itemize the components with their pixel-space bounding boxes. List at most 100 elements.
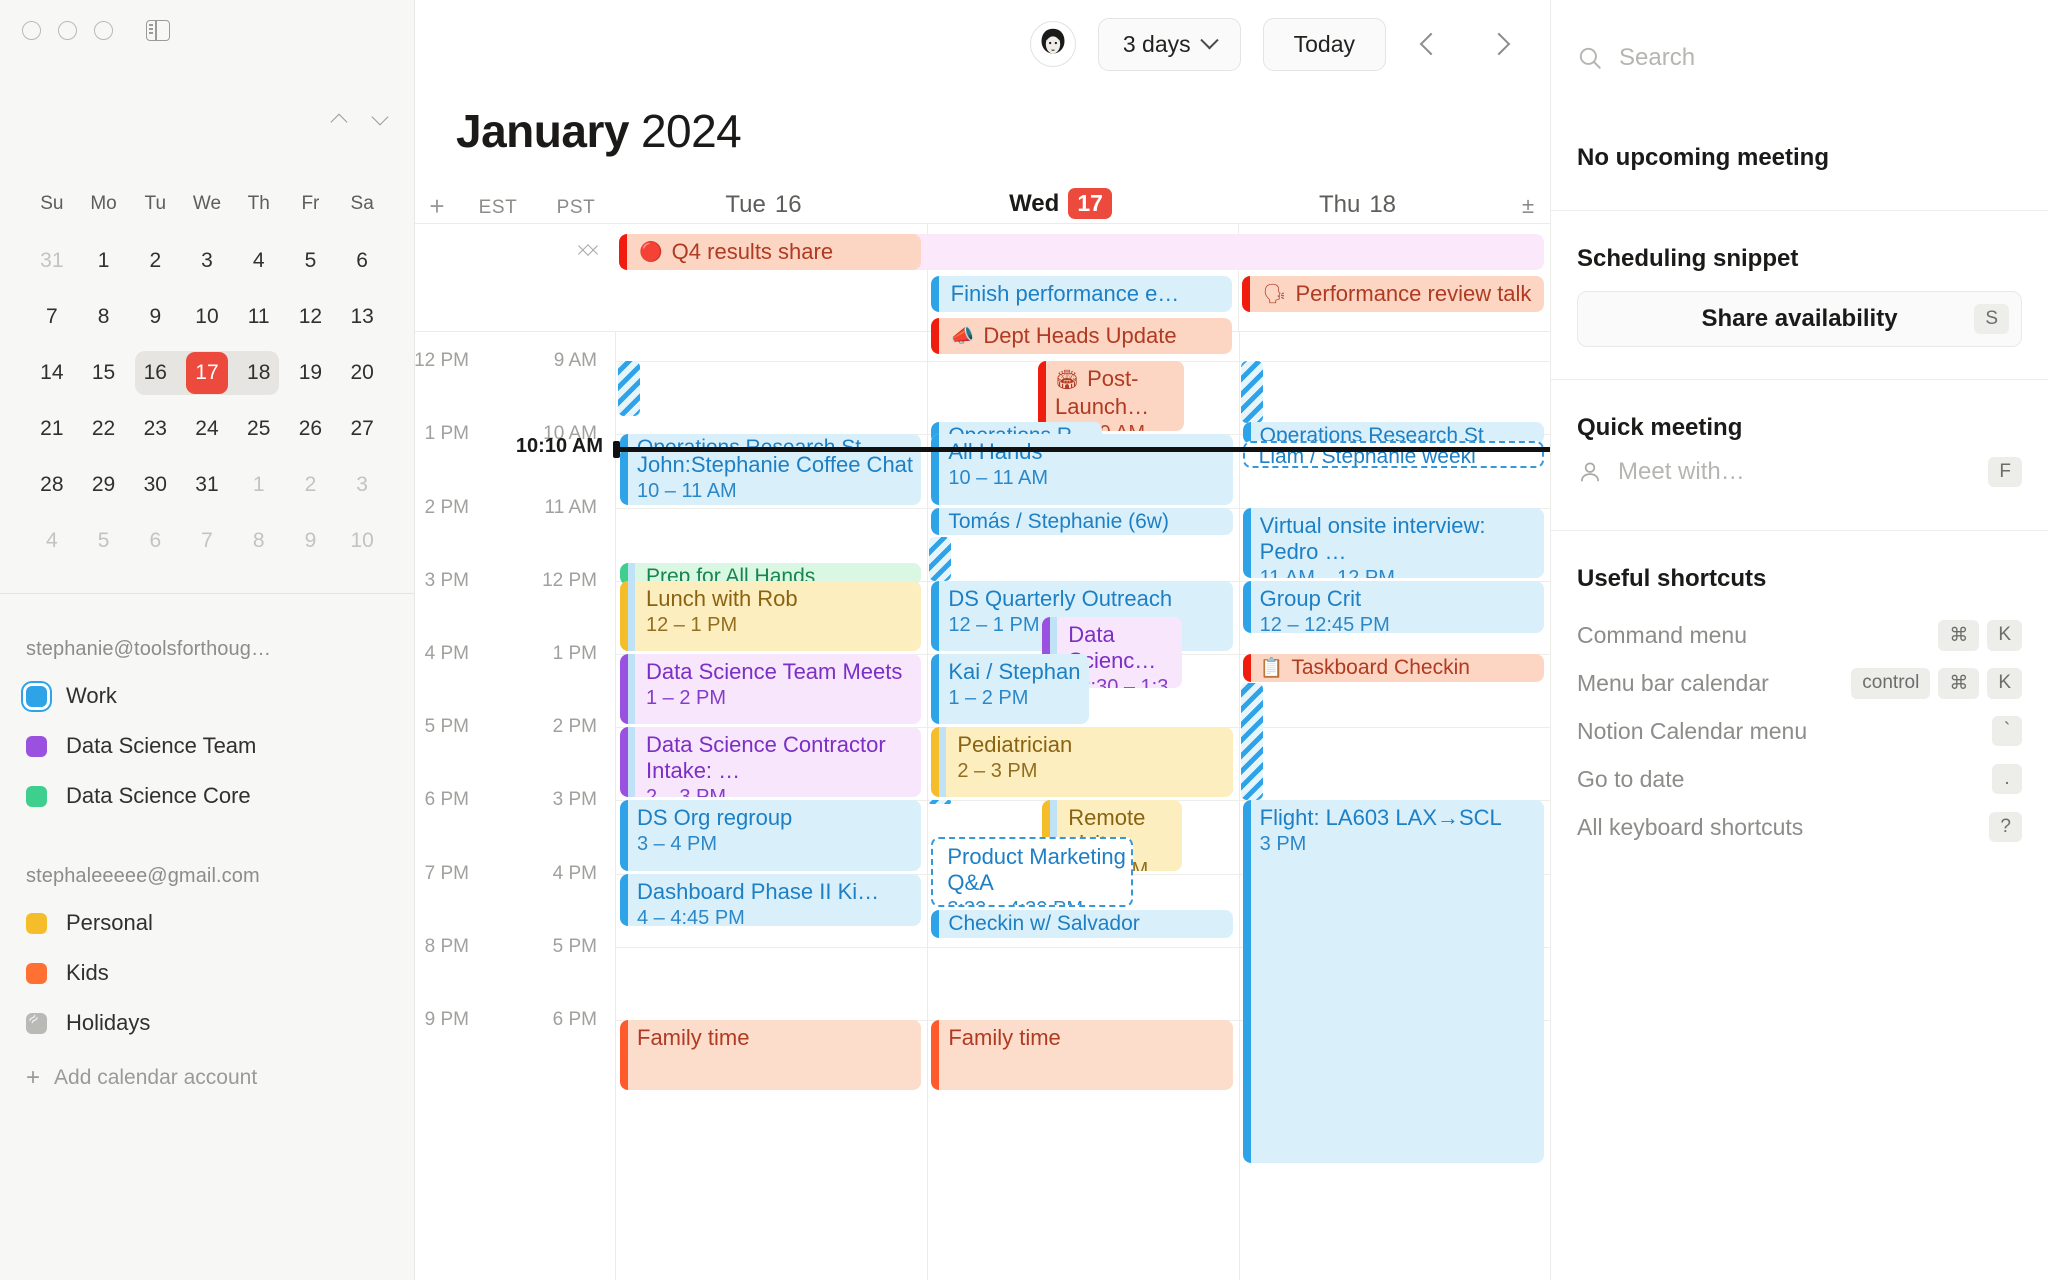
shortcut-row[interactable]: Notion Calendar menu ` [1577,707,2022,755]
mini-calendar[interactable]: Su Mo Tu We Th Fr Sa 31 1 2 3 4 5 6 7 8 9 10 11 12 13 14 15 16 1… [0,193,414,569]
share-availability-button[interactable]: Share availability S [1577,291,2022,347]
maximize-icon[interactable] [94,21,113,40]
mini-calendar-day[interactable]: 8 [78,289,130,345]
mini-calendar-day[interactable]: 5 [78,513,130,569]
add-calendar-account-button[interactable]: + Add calendar account [0,1048,414,1108]
calendar-event[interactable]: 📋Taskboard Checkin1… [1242,654,1544,682]
mini-calendar-day[interactable]: 10 [181,289,233,345]
avatar[interactable] [1029,21,1076,67]
calendar-event[interactable]: Lunch with Rob 12 – 1 PM [620,580,922,652]
search-input[interactable]: Search [1619,44,1695,72]
mini-calendar-day[interactable]: 10 [336,513,388,569]
mini-calendar-day[interactable]: 9 [285,513,337,569]
plus-minus-icon[interactable]: ± [1506,193,1550,219]
calendar-event[interactable]: DS Org regroup 3 – 4 PM [620,800,922,871]
mini-calendar-day[interactable]: 11 [233,289,285,345]
day-header-tue[interactable]: Tue 16 [615,191,912,219]
day-columns[interactable]: Operations Research StJohn:Stephanie Cof… [613,332,1550,1280]
mini-calendar-day[interactable]: 6 [336,233,388,289]
day-header-thu[interactable]: Thu 18 [1209,191,1506,219]
prev-period-button[interactable] [1408,21,1454,67]
mini-calendar-day[interactable]: 4 [233,233,285,289]
close-icon[interactable] [22,21,41,40]
calendar-event[interactable]: Group Crit 12 – 12:45 PM [1242,580,1544,633]
mini-calendar-day[interactable]: 17 [180,345,234,401]
calendar-event[interactable]: Liam / Stephanie weekl [1242,440,1544,469]
mini-calendar-day[interactable]: 1 [233,457,285,513]
mini-calendar-day[interactable]: 1 [78,233,130,289]
mini-calendar-day[interactable]: 2 [285,457,337,513]
mini-calendar-day[interactable]: 2 [129,233,181,289]
mini-calendar-day[interactable]: 7 [26,289,78,345]
mini-calendar-day[interactable]: 19 [285,345,337,401]
mini-calendar-day[interactable]: 25 [233,401,285,457]
calendar-event[interactable]: Tomás / Stephanie (6w) [931,507,1233,536]
mini-calendar-day[interactable]: 6 [129,513,181,569]
view-select-button[interactable]: 3 days [1097,17,1241,71]
calendar-event[interactable]: 🏟Post-Launch…9 – 10 AM [1037,361,1184,432]
calendar-event[interactable]: Flight: LA603 LAX→SCL 3 PM [1242,800,1544,1164]
mini-calendar-day[interactable]: 14 [26,345,78,401]
calendar-event[interactable]: Dashboard Phase II Ki… 4 – 4:45 PM [620,873,922,926]
mini-calendar-day[interactable]: 3 [181,233,233,289]
all-day-event[interactable]: 🗣 Performance review talk [1242,276,1544,312]
mini-calendar-day[interactable]: 5 [285,233,337,289]
add-calendar-column-button[interactable]: + [415,193,459,219]
day-header-wed[interactable]: Wed 17 [912,188,1209,219]
shortcut-row[interactable]: Command menu ⌘ K [1577,611,2022,659]
mini-calendar-day[interactable]: 29 [78,457,130,513]
mini-calendar-day[interactable]: 8 [233,513,285,569]
calendar-event[interactable]: Pediatrician 2 – 3 PM [931,727,1233,798]
mini-calendar-day[interactable]: 18 [231,345,285,401]
calendar-event[interactable]: Data Science Team Meets 1 – 2 PM [620,654,922,725]
mini-calendar-day[interactable]: 21 [26,401,78,457]
all-day-event[interactable]: 🔴 Q4 results share [619,234,921,270]
calendar-event[interactable]: Checkin w/ Salvador4:… [931,910,1233,938]
mini-calendar-day[interactable]: 22 [78,401,130,457]
minimize-icon[interactable] [58,21,77,40]
mini-calendar-day[interactable]: 30 [129,457,181,513]
mini-calendar-day[interactable]: 31 [26,233,78,289]
mini-calendar-day[interactable]: 15 [78,345,130,401]
shortcut-row[interactable]: Menu bar calendar control ⌘ K [1577,659,2022,707]
calendar-event[interactable]: All Hands 10 – 11 AM [931,434,1233,505]
sidebar-calendar-personal[interactable]: Personal [0,898,414,948]
shortcut-row[interactable]: Go to date. [1577,755,2022,803]
calendar-event[interactable]: Kai / Stephan 1 – 2 PM [931,654,1090,725]
calendar-event[interactable]: Family time [931,1020,1233,1091]
mini-calendar-day[interactable]: 23 [129,401,181,457]
mini-calendar-day[interactable]: 20 [336,345,388,401]
mini-calendar-day[interactable]: 7 [181,513,233,569]
mini-calendar-day[interactable]: 9 [129,289,181,345]
sidebar-toggle-icon[interactable] [146,20,170,41]
calendar-event[interactable]: Data Science Contractor Intake: … 2 – 3 P… [620,727,922,798]
sidebar-calendar-data-science-core[interactable]: Data Science Core [0,771,414,821]
collapse-all-day-icon[interactable] [579,238,599,260]
mini-calendar-day[interactable]: 12 [285,289,337,345]
search-bar[interactable]: Search [1551,0,2048,88]
sidebar-calendar-data-science-team[interactable]: Data Science Team [0,721,414,771]
chevron-down-icon[interactable] [373,112,388,127]
calendar-event[interactable]: Product Marketing Q&A3:30 – 4:30 PM [931,837,1134,908]
next-period-button[interactable] [1476,21,1522,67]
calendar-event[interactable]: Family time [620,1020,922,1091]
mini-calendar-day[interactable]: 26 [285,401,337,457]
today-button[interactable]: Today [1262,17,1386,71]
mini-calendar-day[interactable]: 31 [181,457,233,513]
calendar-event[interactable]: John:Stephanie Coffee Chat 10 – 11 AM [620,446,922,505]
mini-calendar-day[interactable]: 27 [336,401,388,457]
mini-calendar-day[interactable]: 4 [26,513,78,569]
sidebar-calendar-work[interactable]: Work [0,671,414,721]
sidebar-calendar-holidays[interactable]: Holidays [0,998,414,1048]
mini-calendar-day[interactable]: 24 [181,401,233,457]
all-day-event[interactable]: Finish performance e… [930,276,1233,312]
sidebar-calendar-kids[interactable]: Kids [0,948,414,998]
mini-calendar-day[interactable]: 13 [336,289,388,345]
meet-with-input[interactable]: Meet with… F [1577,442,2022,502]
mini-calendar-day[interactable]: 3 [336,457,388,513]
chevron-up-icon[interactable] [332,112,347,127]
calendar-event[interactable]: Virtual onsite interview: Pedro … 11 AM –… [1242,507,1544,578]
mini-calendar-day[interactable]: 28 [26,457,78,513]
shortcut-row[interactable]: All keyboard shortcuts? [1577,803,2022,851]
mini-calendar-day[interactable]: 16 [129,345,183,401]
